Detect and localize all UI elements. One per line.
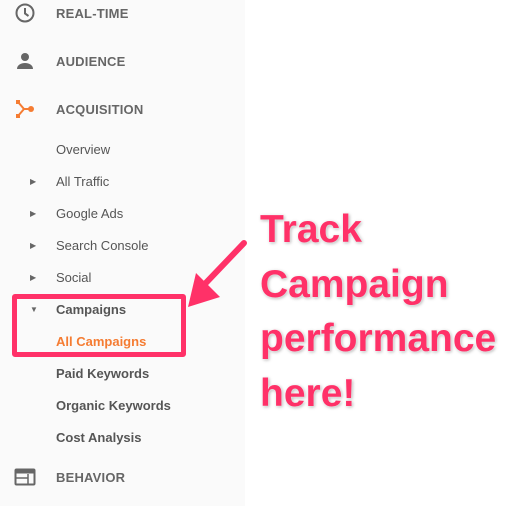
annotation-line: performance [260,317,497,360]
nav-label: Social [56,269,92,285]
nav-real-time[interactable]: REAL-TIME [0,0,245,28]
nav-google-ads[interactable]: ▶ Google Ads [0,198,245,228]
nav-label: Search Console [56,237,149,253]
nav-cost-analysis[interactable]: Cost Analysis [0,422,245,452]
nav-label: BEHAVIOR [56,469,126,485]
caret-right-icon: ▶ [30,176,37,186]
nav-label: Organic Keywords [56,397,171,413]
clock-icon [15,3,35,23]
nav-label: Paid Keywords [56,365,150,381]
nav-organic-keywords[interactable]: Organic Keywords [0,390,245,420]
nav-label: AUDIENCE [56,53,126,69]
annotation-line: here! [260,371,356,415]
nav-label: Cost Analysis [56,429,142,445]
annotation-line: Campaign [260,262,449,306]
nav-audience[interactable]: AUDIENCE [0,46,245,76]
nav-overview[interactable]: Overview [0,134,245,164]
arrow-icon [188,240,247,307]
nav-label: Google Ads [56,205,124,221]
nav-paid-keywords[interactable]: Paid Keywords [0,358,245,388]
nav-label: REAL-TIME [56,5,129,21]
behavior-icon [14,468,36,486]
nav-label: ACQUISITION [56,101,144,117]
caret-right-icon: ▶ [30,272,37,282]
person-icon [17,53,33,69]
annotation-text: Track Campaign performance here! [260,203,496,421]
nav-behavior[interactable]: BEHAVIOR [0,462,245,492]
nav-label: Overview [56,141,111,157]
nav-acquisition[interactable]: ACQUISITION [0,94,245,124]
acquisition-icon [16,100,34,118]
annotation-line: Track [260,208,362,251]
nav-label: All Traffic [56,173,110,189]
nav-all-traffic[interactable]: ▶ All Traffic [0,166,245,196]
highlight-box [12,294,186,357]
caret-right-icon: ▶ [30,240,37,250]
caret-right-icon: ▶ [30,208,37,218]
